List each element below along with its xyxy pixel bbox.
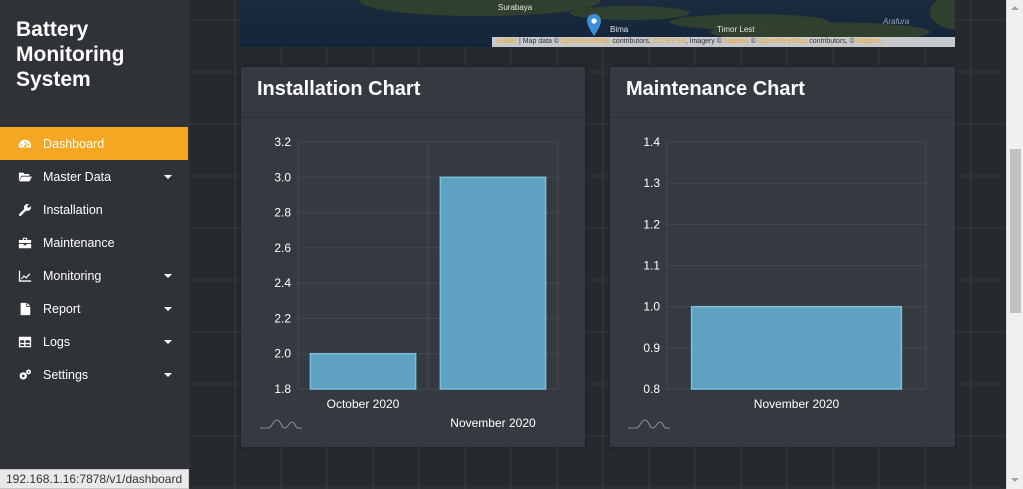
app-title-line: Monitoring	[16, 43, 125, 66]
installation-chart: 3.2 3.0 2.8 2.6 2.4 2.2 2.0 1.8 October 2020 Nove…	[274, 135, 559, 430]
y-tick-label: 2.0	[274, 347, 291, 361]
table-icon	[17, 335, 33, 349]
chart-logo-icon	[628, 419, 670, 429]
sidebar-item-label: Monitoring	[43, 268, 102, 283]
map-attribution: Leaflet | Map data © OpenStreetMap contr…	[492, 37, 955, 47]
y-tick-label: 1.3	[643, 176, 660, 190]
wrench-icon	[17, 203, 33, 217]
attribution-link-ccbysa[interactable]: CC-BY-SA	[653, 38, 686, 45]
scroll-down-icon[interactable]	[1011, 478, 1019, 482]
chart-bar	[309, 352, 417, 390]
scrollbar-thumb[interactable]	[1010, 149, 1021, 313]
line-chart-icon	[17, 269, 33, 283]
chevron-down-icon	[164, 307, 172, 311]
y-tick-label: 3.2	[274, 135, 291, 149]
map-label-arafura: Arafura	[883, 17, 910, 26]
folder-open-icon	[17, 170, 33, 184]
sidebar-item-label: Logs	[43, 334, 71, 349]
y-tick-label: 1.1	[643, 259, 660, 273]
attribution-link-osm[interactable]: OpenStreetMap	[561, 38, 610, 45]
chart-bar	[690, 305, 903, 390]
sidebar-item-settings[interactable]: Settings	[0, 358, 188, 391]
map-label-bima: Bima	[610, 25, 629, 34]
chevron-down-icon	[164, 274, 172, 278]
map-marker-icon[interactable]	[586, 14, 602, 36]
y-tick-label: 2.8	[274, 206, 291, 220]
chevron-down-icon	[164, 373, 172, 377]
chevron-down-icon	[164, 340, 172, 344]
sidebar-item-dashboard[interactable]: Dashboard	[0, 127, 188, 160]
attribution-text: | Map data ©	[517, 38, 561, 45]
browser-status-url: 192.168.1.16:7878/v1/dashboard	[0, 469, 190, 489]
attribution-text: contributors,	[610, 38, 653, 45]
x-tick-label: November 2020	[450, 416, 536, 430]
scroll-up-icon[interactable]	[1011, 6, 1019, 10]
attribution-text: , Imagery ©	[685, 38, 724, 45]
x-tick-label: October 2020	[327, 397, 400, 411]
app-title-line: Battery	[16, 18, 89, 41]
chevron-down-icon	[164, 175, 172, 179]
location-map[interactable]: Surabaya Bima Timor Lest Arafura Leaflet…	[240, 0, 955, 47]
sidebar-nav: Dashboard Master Data Installation Maint…	[0, 127, 188, 391]
map-landmass	[930, 0, 955, 30]
app-title-line: System	[16, 68, 91, 91]
gears-icon	[17, 368, 33, 382]
sidebar-item-master-data[interactable]: Master Data	[0, 160, 188, 193]
y-tick-label: 3.0	[274, 170, 291, 184]
y-tick-label: 1.0	[643, 300, 660, 314]
x-tick-label: November 2020	[754, 397, 840, 411]
y-tick-label: 1.4	[643, 135, 660, 149]
sidebar-item-label: Settings	[43, 367, 89, 382]
sidebar: Battery Monitoring System Dashboard Mast…	[0, 0, 188, 489]
dashboard-icon	[17, 137, 33, 151]
attribution-link-osm[interactable]: OpenStreetMap	[758, 38, 807, 45]
sidebar-item-label: Report	[43, 301, 81, 316]
app-title: Battery Monitoring System	[16, 17, 181, 92]
installation-chart-card: Installation Chart 3.2 3.0 2.8 2.6 2.4 2.2 2.0…	[241, 67, 585, 447]
y-tick-label: 0.8	[643, 382, 660, 396]
y-tick-label: 2.6	[274, 241, 291, 255]
page-scrollbar[interactable]	[1006, 0, 1023, 489]
toolbox-icon	[17, 236, 33, 250]
y-tick-label: 2.2	[274, 311, 291, 325]
attribution-link-leaflet[interactable]: Leaflet	[496, 38, 517, 45]
attribution-text: ©	[748, 38, 758, 45]
sidebar-item-logs[interactable]: Logs	[0, 325, 188, 358]
maintenance-chart: 1.4 1.3 1.2 1.1 1.0 0.9 0.8 November 2020	[643, 135, 927, 411]
sidebar-item-label: Installation	[43, 202, 103, 217]
y-tick-label: 0.9	[643, 341, 660, 355]
sidebar-item-label: Master Data	[43, 169, 112, 184]
sidebar-item-report[interactable]: Report	[0, 292, 188, 325]
chart-logo-icon	[260, 419, 302, 429]
file-icon	[17, 302, 33, 316]
map-label-timor: Timor Lest	[717, 25, 755, 34]
sidebar-item-installation[interactable]: Installation	[0, 193, 188, 226]
attribution-text: contributors, ©	[807, 38, 857, 45]
sidebar-item-label: Dashboard	[43, 136, 105, 151]
map-label-surabaya: Surabaya	[498, 3, 533, 12]
sidebar-item-label: Maintenance	[43, 235, 115, 250]
y-tick-label: 1.8	[274, 382, 291, 396]
attribution-link-mapbox[interactable]: Mapbox	[724, 38, 749, 45]
chart-bar	[439, 176, 547, 390]
y-tick-label: 1.2	[643, 217, 660, 231]
maintenance-chart-card: Maintenance Chart 1.4 1.3 1.2 1.1 1.0 0.9 0.8 N…	[610, 67, 955, 447]
attribution-link-mapbox[interactable]: Mapbox	[857, 38, 882, 45]
map-landmass	[360, 0, 600, 16]
y-tick-label: 2.4	[274, 276, 291, 290]
sidebar-item-maintenance[interactable]: Maintenance	[0, 226, 188, 259]
sidebar-item-monitoring[interactable]: Monitoring	[0, 259, 188, 292]
